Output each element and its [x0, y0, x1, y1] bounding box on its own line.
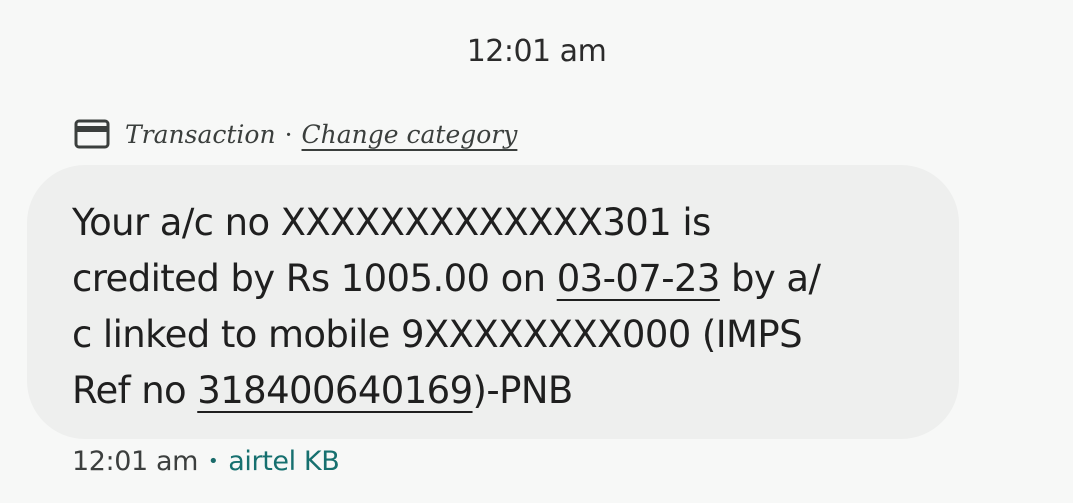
- message-footer: 12:01 am • airtel KB: [72, 446, 340, 477]
- message-line-3: c linked to mobile 9XXXXXXXX000 (IMPS: [72, 313, 803, 356]
- message-line-1: Your a/c no XXXXXXXXXXXXX301 is: [72, 201, 711, 244]
- date-link[interactable]: 03-07-23: [557, 257, 721, 300]
- footer-time: 12:01 am: [72, 446, 199, 477]
- category-row: Transaction · Change category: [74, 112, 517, 156]
- credit-card-icon: [74, 119, 110, 149]
- message-bubble[interactable]: Your a/c no XXXXXXXXXXXXX301 is credited…: [27, 165, 959, 439]
- message-line-2: credited by Rs 1005.00 on 03-07-23 by a/: [72, 251, 919, 307]
- category-label: Transaction: [125, 119, 276, 149]
- message-screen: 12:01 am Transaction · Change category Y…: [0, 0, 1073, 503]
- message-line-4-tail: )-PNB: [472, 369, 574, 412]
- ref-number-link[interactable]: 318400640169: [197, 369, 473, 412]
- sim-sender-label: airtel KB: [228, 446, 340, 477]
- message-line-4: Ref no 318400640169)-PNB: [72, 363, 919, 419]
- message-line-2-text: credited by Rs 1005.00 on: [72, 257, 557, 300]
- change-category-link[interactable]: Change category: [302, 120, 518, 149]
- message-line-2-tail: by a/: [719, 257, 821, 300]
- message-timestamp-header: 12:01 am: [466, 34, 607, 69]
- category-separator: ·: [284, 119, 293, 149]
- footer-dot: •: [208, 451, 219, 472]
- message-line-4-text: Ref no: [72, 369, 198, 412]
